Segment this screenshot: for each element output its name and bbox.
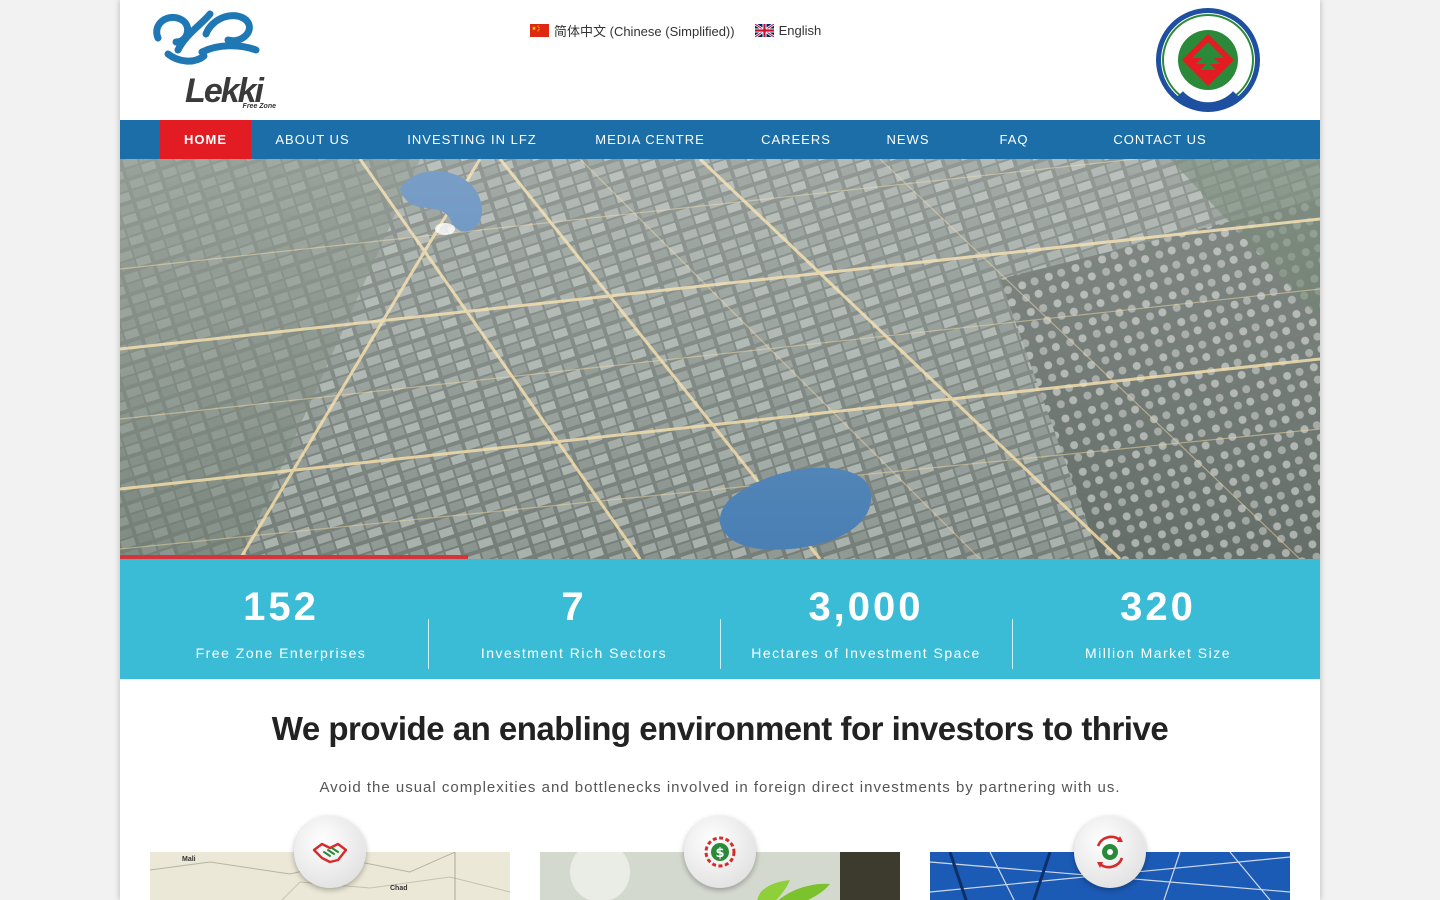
stat-value: 320 [1120,585,1196,629]
lang-chinese[interactable]: 简体中文 (Chinese (Simplified)) [530,21,735,40]
recycle-gear-icon [1096,835,1124,869]
handshake-icon [312,842,348,864]
header: Lekki Free Zone 简体中文 (Chinese (Simplifie… [120,0,1320,120]
intro-heading: We provide an enabling environment for i… [271,710,1169,747]
card-badge-operations [1074,816,1146,888]
main-nav: HOME ABOUT US INVESTING IN LFZ MEDIA CEN… [120,120,1320,159]
intro-subheading: Avoid the usual complexities and bottlen… [319,779,1121,796]
lekki-logo-mark-icon [153,10,260,65]
nav-item-about-us[interactable]: ABOUT US [260,120,365,159]
lang-english[interactable]: English [754,22,822,38]
map-label-chad: Chad [390,885,408,892]
hero-aerial-image [120,159,1320,559]
nav-item-careers[interactable]: CAREERS [750,120,842,159]
lfzdc-seal-icon [1156,8,1260,112]
lekki-logo[interactable]: Lekki Free Zone [148,4,276,110]
stat-value: 152 [243,585,319,629]
stat-enterprises: 152 Free Zone Enterprises [134,559,428,679]
lfzdc-emblem[interactable] [1154,6,1262,114]
stat-label: Investment Rich Sectors [480,645,668,661]
stat-label: Free Zone Enterprises [195,645,367,661]
map-label-mali: Mali [182,856,196,863]
language-switcher: 简体中文 (Chinese (Simplified)) English [530,20,821,40]
stat-value: 3,000 [808,585,924,629]
nav-item-news[interactable]: NEWS [876,120,940,159]
card-badge-partnership [294,816,366,888]
card-badge-finance: $ [684,816,756,888]
page-container: Lekki Free Zone 简体中文 (Chinese (Simplifie… [120,0,1320,900]
cn-flag-icon [530,23,549,37]
stat-market-size: 320 Million Market Size [1012,559,1304,679]
nav-item-investing[interactable]: INVESTING IN LFZ [392,120,552,159]
lang-english-label: English [778,22,822,38]
hero-slider[interactable] [120,159,1320,559]
lang-chinese-label: 简体中文 (Chinese (Simplified)) [554,23,735,39]
nav-item-home[interactable]: HOME [160,120,251,159]
nav-item-faq[interactable]: FAQ [986,120,1042,159]
nav-item-media-centre[interactable]: MEDIA CENTRE [582,120,718,159]
nav-item-contact-us[interactable]: CONTACT US [1100,120,1220,159]
uk-flag-icon [754,23,774,37]
stat-label: Hectares of Investment Space [751,645,981,661]
stat-label: Million Market Size [1085,645,1231,661]
svg-text:$: $ [715,846,724,861]
stats-band: 152 Free Zone Enterprises 7 Investment R… [120,559,1320,679]
logo-tagline: Free Zone [242,103,276,110]
stat-value: 7 [561,585,587,629]
stat-hectares: 3,000 Hectares of Investment Space [720,559,1012,679]
dollar-gear-icon: $ [704,836,736,868]
stat-sectors: 7 Investment Rich Sectors [428,559,720,679]
